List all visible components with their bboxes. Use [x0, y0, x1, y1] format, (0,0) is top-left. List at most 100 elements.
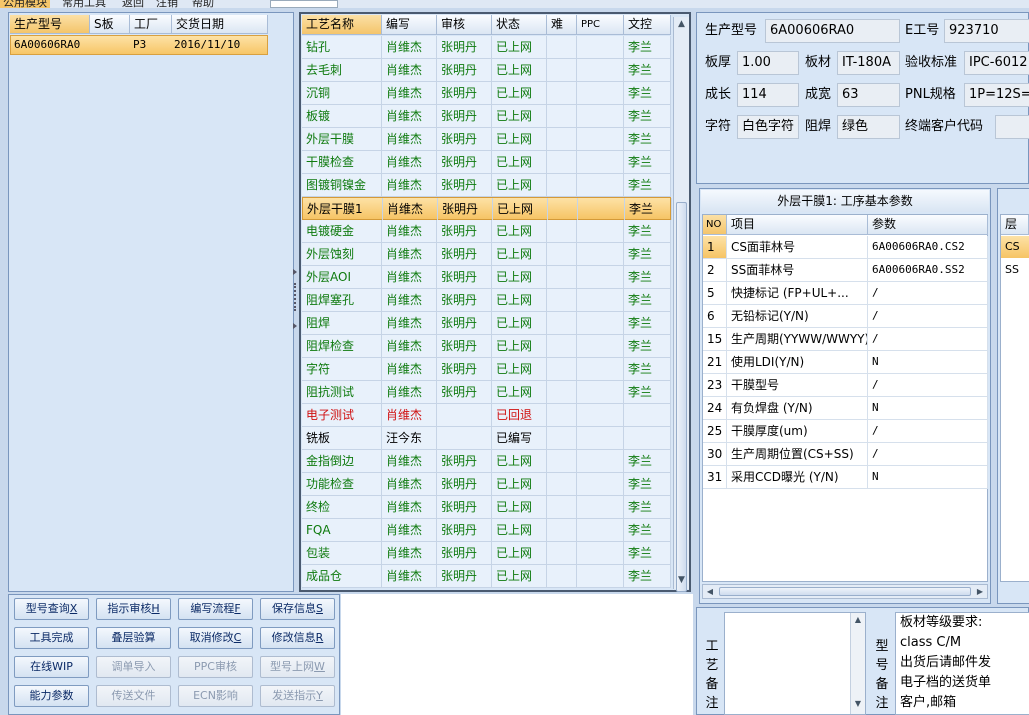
menu-search-box[interactable] — [270, 0, 338, 8]
process-row[interactable]: 外层干膜 肖维杰 张明丹 已上网 李兰 — [302, 128, 671, 151]
process-row[interactable]: 电子测试 肖维杰 已回退 — [302, 404, 671, 427]
action-button[interactable]: 发送指示Y — [260, 685, 335, 707]
action-button[interactable]: 型号查询X — [14, 598, 89, 620]
param-row[interactable]: 25 干膜厚度(um) / — [703, 420, 988, 443]
col-model[interactable]: 生产型号 — [10, 15, 90, 34]
param-row[interactable]: 24 有负焊盘 (Y/N) N — [703, 397, 988, 420]
length-field[interactable]: 114 — [737, 83, 799, 107]
reviewer-cell: 张明丹 — [437, 335, 492, 357]
model-row[interactable]: 6A00606RA0 P3 2016/11/10 — [10, 35, 268, 55]
acceptance-std-field[interactable]: IPC-6012 — [964, 51, 1029, 75]
col-ppc[interactable]: PPC — [577, 15, 624, 35]
col-writer[interactable]: 编写 — [382, 15, 437, 35]
col-value[interactable]: 参数 — [868, 215, 988, 235]
col-difficulty[interactable]: 难 — [547, 15, 577, 35]
action-button[interactable]: 指示审核H — [96, 598, 171, 620]
action-button[interactable]: 传送文件 — [96, 685, 171, 707]
width-field[interactable]: 63 — [837, 83, 900, 107]
scroll-down-icon[interactable]: ▼ — [674, 573, 689, 588]
action-button[interactable]: 叠层验算 — [96, 627, 171, 649]
menu-help[interactable]: 帮助 — [192, 0, 214, 8]
process-row[interactable]: 钻孔 肖维杰 张明丹 已上网 李兰 — [302, 36, 671, 59]
action-button[interactable]: 工具完成 — [14, 627, 89, 649]
process-row[interactable]: 包装 肖维杰 张明丹 已上网 李兰 — [302, 542, 671, 565]
note-scrollbar[interactable]: ▲ ▼ — [850, 613, 865, 714]
process-row[interactable]: 金指倒边 肖维杰 张明丹 已上网 李兰 — [302, 450, 671, 473]
param-row[interactable]: 5 快捷标记 (FP+UL+... / — [703, 282, 988, 305]
action-button[interactable]: 编写流程F — [178, 598, 253, 620]
param-row[interactable]: 6 无铅标记(Y/N) / — [703, 305, 988, 328]
process-note-textarea[interactable]: ▲ ▼ — [724, 612, 866, 715]
process-row[interactable]: FQA 肖维杰 张明丹 已上网 李兰 — [302, 519, 671, 542]
process-row[interactable]: 沉铜 肖维杰 张明丹 已上网 李兰 — [302, 82, 671, 105]
action-button[interactable]: 能力参数 — [14, 685, 89, 707]
action-button[interactable]: PPC审核 — [178, 656, 253, 678]
process-row[interactable]: 板镀 肖维杰 张明丹 已上网 李兰 — [302, 105, 671, 128]
scroll-thumb[interactable] — [676, 202, 687, 592]
process-row[interactable]: 字符 肖维杰 张明丹 已上网 李兰 — [302, 358, 671, 381]
action-button[interactable]: 型号上网W — [260, 656, 335, 678]
e-no-field[interactable]: 923710 — [944, 19, 1029, 43]
char-field[interactable]: 白色字符 — [737, 115, 799, 139]
model-field[interactable]: 6A00606RA0 — [765, 19, 900, 43]
model-note-textarea[interactable]: 板材等级要求: class C/M 出货后请邮件发 电子档的送货单 客户,邮箱 — [895, 612, 1029, 715]
process-row[interactable]: 去毛刺 肖维杰 张明丹 已上网 李兰 — [302, 59, 671, 82]
menu-back[interactable]: 返回 — [122, 0, 144, 8]
action-button[interactable]: 修改信息R — [260, 627, 335, 649]
col-s-board[interactable]: S板 — [90, 15, 130, 34]
process-row[interactable]: 成品仓 肖维杰 张明丹 已上网 李兰 — [302, 565, 671, 588]
param-row[interactable]: 1 CS面菲林号 6A00606RA0.CS2 — [703, 236, 988, 259]
process-row[interactable]: 阻焊塞孔 肖维杰 张明丹 已上网 李兰 — [302, 289, 671, 312]
menu-common-tools[interactable]: 常用工具 — [62, 0, 106, 8]
action-button[interactable]: 调单导入 — [96, 656, 171, 678]
process-row[interactable]: 电镀硬金 肖维杰 张明丹 已上网 李兰 — [302, 220, 671, 243]
col-factory[interactable]: 工厂 — [130, 15, 172, 34]
action-button[interactable]: 取消修改C — [178, 627, 253, 649]
param-row[interactable]: 30 生产周期位置(CS+SS) / — [703, 443, 988, 466]
process-row[interactable]: 外层干膜1 肖维杰 张明丹 已上网 李兰 — [302, 197, 672, 220]
param-row[interactable]: 31 采用CCD曝光 (Y/N) N — [703, 466, 988, 489]
thickness-field[interactable]: 1.00 — [737, 51, 799, 75]
layer-row-ss[interactable]: SS — [1001, 259, 1029, 281]
col-doc-control[interactable]: 文控 — [624, 15, 671, 35]
process-row[interactable]: 铣板 汪今东 已编写 — [302, 427, 671, 450]
param-row[interactable]: 21 使用LDI(Y/N) N — [703, 351, 988, 374]
param-scroll-thumb[interactable] — [719, 587, 971, 596]
action-button[interactable]: ECN影响 — [178, 685, 253, 707]
action-button[interactable]: 保存信息S — [260, 598, 335, 620]
process-row[interactable]: 阻抗测试 肖维杰 张明丹 已上网 李兰 — [302, 381, 671, 404]
col-item[interactable]: 项目 — [727, 215, 868, 235]
process-scrollbar[interactable]: ▲ ▼ — [673, 17, 689, 592]
col-no[interactable]: NO — [703, 215, 727, 235]
process-row[interactable]: 干膜检查 肖维杰 张明丹 已上网 李兰 — [302, 151, 671, 174]
param-row[interactable]: 23 干膜型号 / — [703, 374, 988, 397]
splitter-handle[interactable] — [293, 265, 298, 335]
process-row[interactable]: 阻焊 肖维杰 张明丹 已上网 李兰 — [302, 312, 671, 335]
col-status[interactable]: 状态 — [492, 15, 547, 35]
param-row[interactable]: 15 生产周期(YYWW/WWYY) / — [703, 328, 988, 351]
process-row[interactable]: 功能检查 肖维杰 张明丹 已上网 李兰 — [302, 473, 671, 496]
process-row[interactable]: 外层AOI 肖维杰 张明丹 已上网 李兰 — [302, 266, 671, 289]
difficulty-cell — [547, 220, 577, 242]
process-row[interactable]: 外层蚀刻 肖维杰 张明丹 已上网 李兰 — [302, 243, 671, 266]
layer-row-cs[interactable]: CS — [1001, 236, 1029, 258]
param-row[interactable]: 2 SS面菲林号 6A00606RA0.SS2 — [703, 259, 988, 282]
pnl-field[interactable]: 1P=12S= — [964, 83, 1029, 107]
action-button[interactable]: 在线WIP — [14, 656, 89, 678]
process-row[interactable]: 图镀铜镍金 肖维杰 张明丹 已上网 李兰 — [302, 174, 671, 197]
scroll-right-icon[interactable]: ▶ — [973, 585, 987, 598]
material-field[interactable]: IT-180A — [837, 51, 900, 75]
solder-mask-field[interactable]: 绿色 — [837, 115, 900, 139]
scroll-left-icon[interactable]: ◀ — [703, 585, 717, 598]
col-reviewer[interactable]: 审核 — [437, 15, 492, 35]
col-process-name[interactable]: 工艺名称 — [302, 15, 382, 35]
param-hscrollbar[interactable]: ◀ ▶ — [702, 584, 988, 599]
col-layer[interactable]: 层 — [1001, 215, 1029, 235]
scroll-up-icon[interactable]: ▲ — [674, 17, 689, 32]
customer-code-field[interactable] — [995, 115, 1029, 139]
menu-logout[interactable]: 注销 — [156, 0, 178, 8]
process-row[interactable]: 阻焊检查 肖维杰 张明丹 已上网 李兰 — [302, 335, 671, 358]
process-row[interactable]: 终检 肖维杰 张明丹 已上网 李兰 — [302, 496, 671, 519]
col-delivery-date[interactable]: 交货日期 — [172, 15, 268, 34]
menu-public-modules[interactable]: 公用模块 — [0, 0, 50, 8]
